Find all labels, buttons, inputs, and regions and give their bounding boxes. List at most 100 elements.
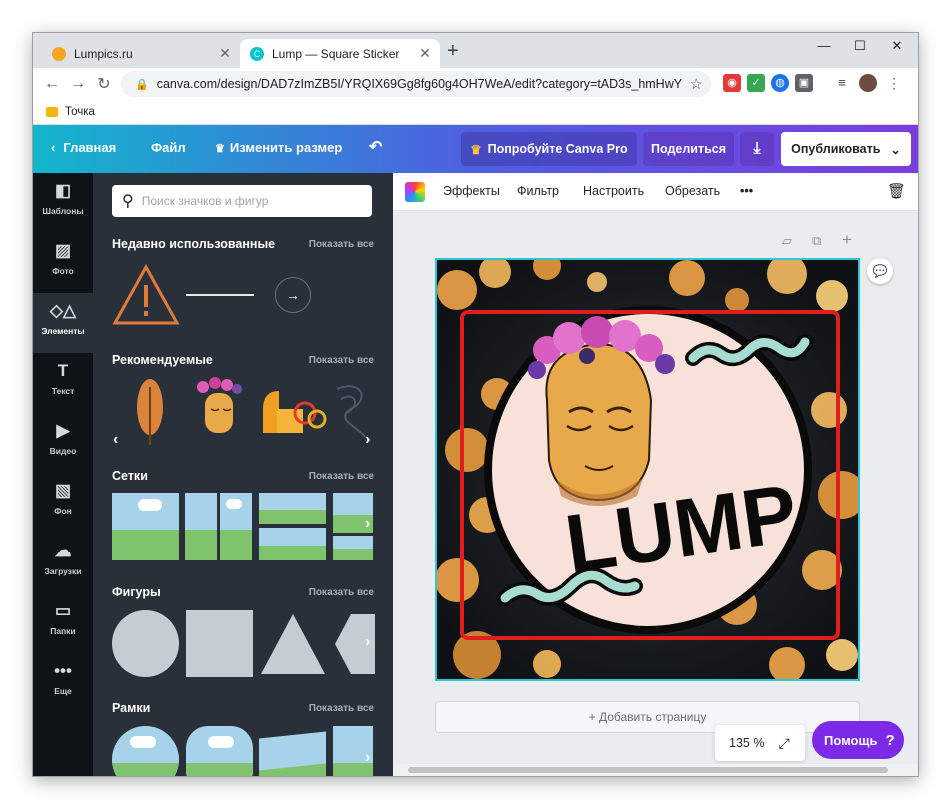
background-icon: ▧ [54,481,72,500]
tab-lumpics[interactable]: Lumpics.ru ✕ [42,39,240,68]
comment-icon[interactable]: 💬 [867,258,893,284]
rail-item-background[interactable]: ▧ Фон [33,473,93,533]
color-picker-icon[interactable] [405,182,425,202]
abstract-shapes-element[interactable] [257,385,329,439]
browser-window: Lumpics.ru ✕ C Lump — Square Sticker ✕ +… [33,33,918,776]
zoom-control[interactable]: 135 % ⤢ [715,725,805,761]
back-arrow-icon[interactable]: ← [39,75,65,93]
leaf-element[interactable] [133,377,167,447]
chevron-left-icon: ‹ [51,140,56,155]
close-window-button[interactable]: ✕ [882,38,912,54]
rail-label: Фон [54,506,72,516]
line-element[interactable] [186,294,254,296]
rail-item-photo[interactable]: ▨ Фото [33,233,93,293]
maximize-button[interactable]: ☐ [845,38,875,54]
rail-item-uploads[interactable]: ☁ Загрузки [33,533,93,593]
frame-thumbnail[interactable] [186,726,253,776]
extension-puzzle-icon[interactable]: ▣ [795,74,813,92]
minimize-button[interactable]: — [809,38,839,53]
show-all-link[interactable]: Показать все [309,239,374,250]
filter-button[interactable]: Фильтр [517,184,559,198]
home-label: Главная [63,140,117,155]
more-icon: ••• [54,661,72,680]
face-with-flowers-element[interactable] [191,377,247,441]
share-button[interactable]: Поделиться [643,132,734,166]
new-tab-button[interactable]: + [447,40,459,63]
section-header-recent: Недавно использованные Показать все [112,237,374,251]
rail-item-templates[interactable]: ◧ Шаблоны [33,173,93,233]
bookmark-star-icon[interactable]: ☆ [690,75,703,93]
close-tab-icon[interactable]: ✕ [216,45,234,62]
rail-item-elements[interactable]: ◇△ Элементы [33,293,93,353]
arrow-circle-icon[interactable]: → [275,277,311,313]
forward-arrow-icon[interactable]: → [65,75,91,93]
grid-thumbnail[interactable] [259,493,326,524]
circle-shape[interactable] [112,610,179,677]
resize-button[interactable]: ♛ Изменить размер [215,140,342,155]
warning-triangle-icon[interactable] [111,263,181,327]
horizontal-scrollbar[interactable] [393,764,918,776]
search-input[interactable]: ⚲ Поиск значков и фигур [112,185,372,217]
browser-menu-icon[interactable]: ⋮ [885,74,903,92]
rail-item-video[interactable]: ▶ Видео [33,413,93,473]
frame-thumbnail[interactable] [259,731,326,776]
publish-button[interactable]: Опубликовать ⌄ [781,132,911,166]
scrollbar-thumb[interactable] [408,767,888,773]
chevron-right-icon[interactable]: › [365,633,370,651]
close-tab-icon[interactable]: ✕ [416,45,434,62]
trash-icon[interactable]: 🗑 [887,182,906,200]
rail-item-more[interactable]: ••• Еще [33,653,93,713]
chevron-right-icon[interactable]: › [365,431,370,449]
try-pro-label: Попробуйте Canva Pro [487,142,628,156]
show-all-link[interactable]: Показать все [309,703,374,714]
url-field[interactable]: 🔒 canva.com/design/DAD7zImZB5I/YRQIX69Gg… [121,71,711,97]
download-icon[interactable]: ⤓ [740,132,774,166]
home-button[interactable]: ‹ Главная [51,140,116,155]
effects-button[interactable]: Эффекты [443,184,500,198]
frame-thumbnail[interactable] [112,726,179,776]
fullscreen-icon[interactable]: ⤢ [778,735,789,752]
chevron-right-icon[interactable]: › [365,749,370,767]
url-text: canva.com/design/DAD7zImZB5I/YRQIX69Gg8f… [156,77,683,91]
note-icon[interactable]: ▱ [782,233,792,249]
more-options-button[interactable]: ••• [740,184,753,198]
tab-canva[interactable]: C Lump — Square Sticker ✕ [240,39,440,68]
undo-icon[interactable]: ↶ [369,137,382,157]
crown-icon: ♛ [470,142,482,157]
rail-item-folders[interactable]: ▭ Папки [33,593,93,653]
help-button[interactable]: Помощь ? [812,721,904,759]
show-all-link[interactable]: Показать все [309,355,374,366]
question-icon: ? [885,731,895,749]
rail-item-text[interactable]: T Текст [33,353,93,413]
extension-check-icon[interactable]: ✓ [747,74,765,92]
square-shape[interactable] [186,610,253,677]
search-icon: ⚲ [122,193,134,210]
grid-thumbnail[interactable] [112,493,179,560]
show-all-link[interactable]: Показать все [309,471,374,482]
add-icon[interactable]: + [842,230,852,250]
grid-thumbnail[interactable] [259,528,326,560]
chevron-left-icon[interactable]: ‹ [113,431,118,449]
chevron-right-icon[interactable]: › [365,515,370,533]
triangle-shape[interactable] [259,610,327,677]
bookmark-item[interactable]: Точка [65,106,95,118]
crop-button[interactable]: Обрезать [665,184,720,198]
playlist-icon[interactable]: ≡ [833,74,851,92]
reload-icon[interactable]: ↻ [91,74,117,94]
file-menu[interactable]: Файл [151,140,186,155]
adjust-button[interactable]: Настроить [583,184,644,198]
grid-thumbnail[interactable] [333,536,373,560]
grid-thumbnail[interactable] [185,493,217,560]
try-pro-button[interactable]: ♛ Попробуйте Canva Pro [461,132,637,166]
profile-avatar[interactable] [859,74,877,92]
show-all-link[interactable]: Показать все [309,587,374,598]
address-bar-row: ← → ↻ 🔒 canva.com/design/DAD7zImZB5I/YRQ… [33,68,918,100]
section-title: Рамки [112,701,151,715]
video-icon: ▶ [56,421,70,440]
section-title: Фигуры [112,585,161,599]
extension-globe-icon[interactable]: ◍ [771,74,789,92]
duplicate-icon[interactable]: ⧉ [812,233,821,249]
grid-thumbnail[interactable] [220,493,252,560]
design-artboard[interactable]: LUMP [435,258,860,681]
extension-red-icon[interactable]: ◉ [723,74,741,92]
